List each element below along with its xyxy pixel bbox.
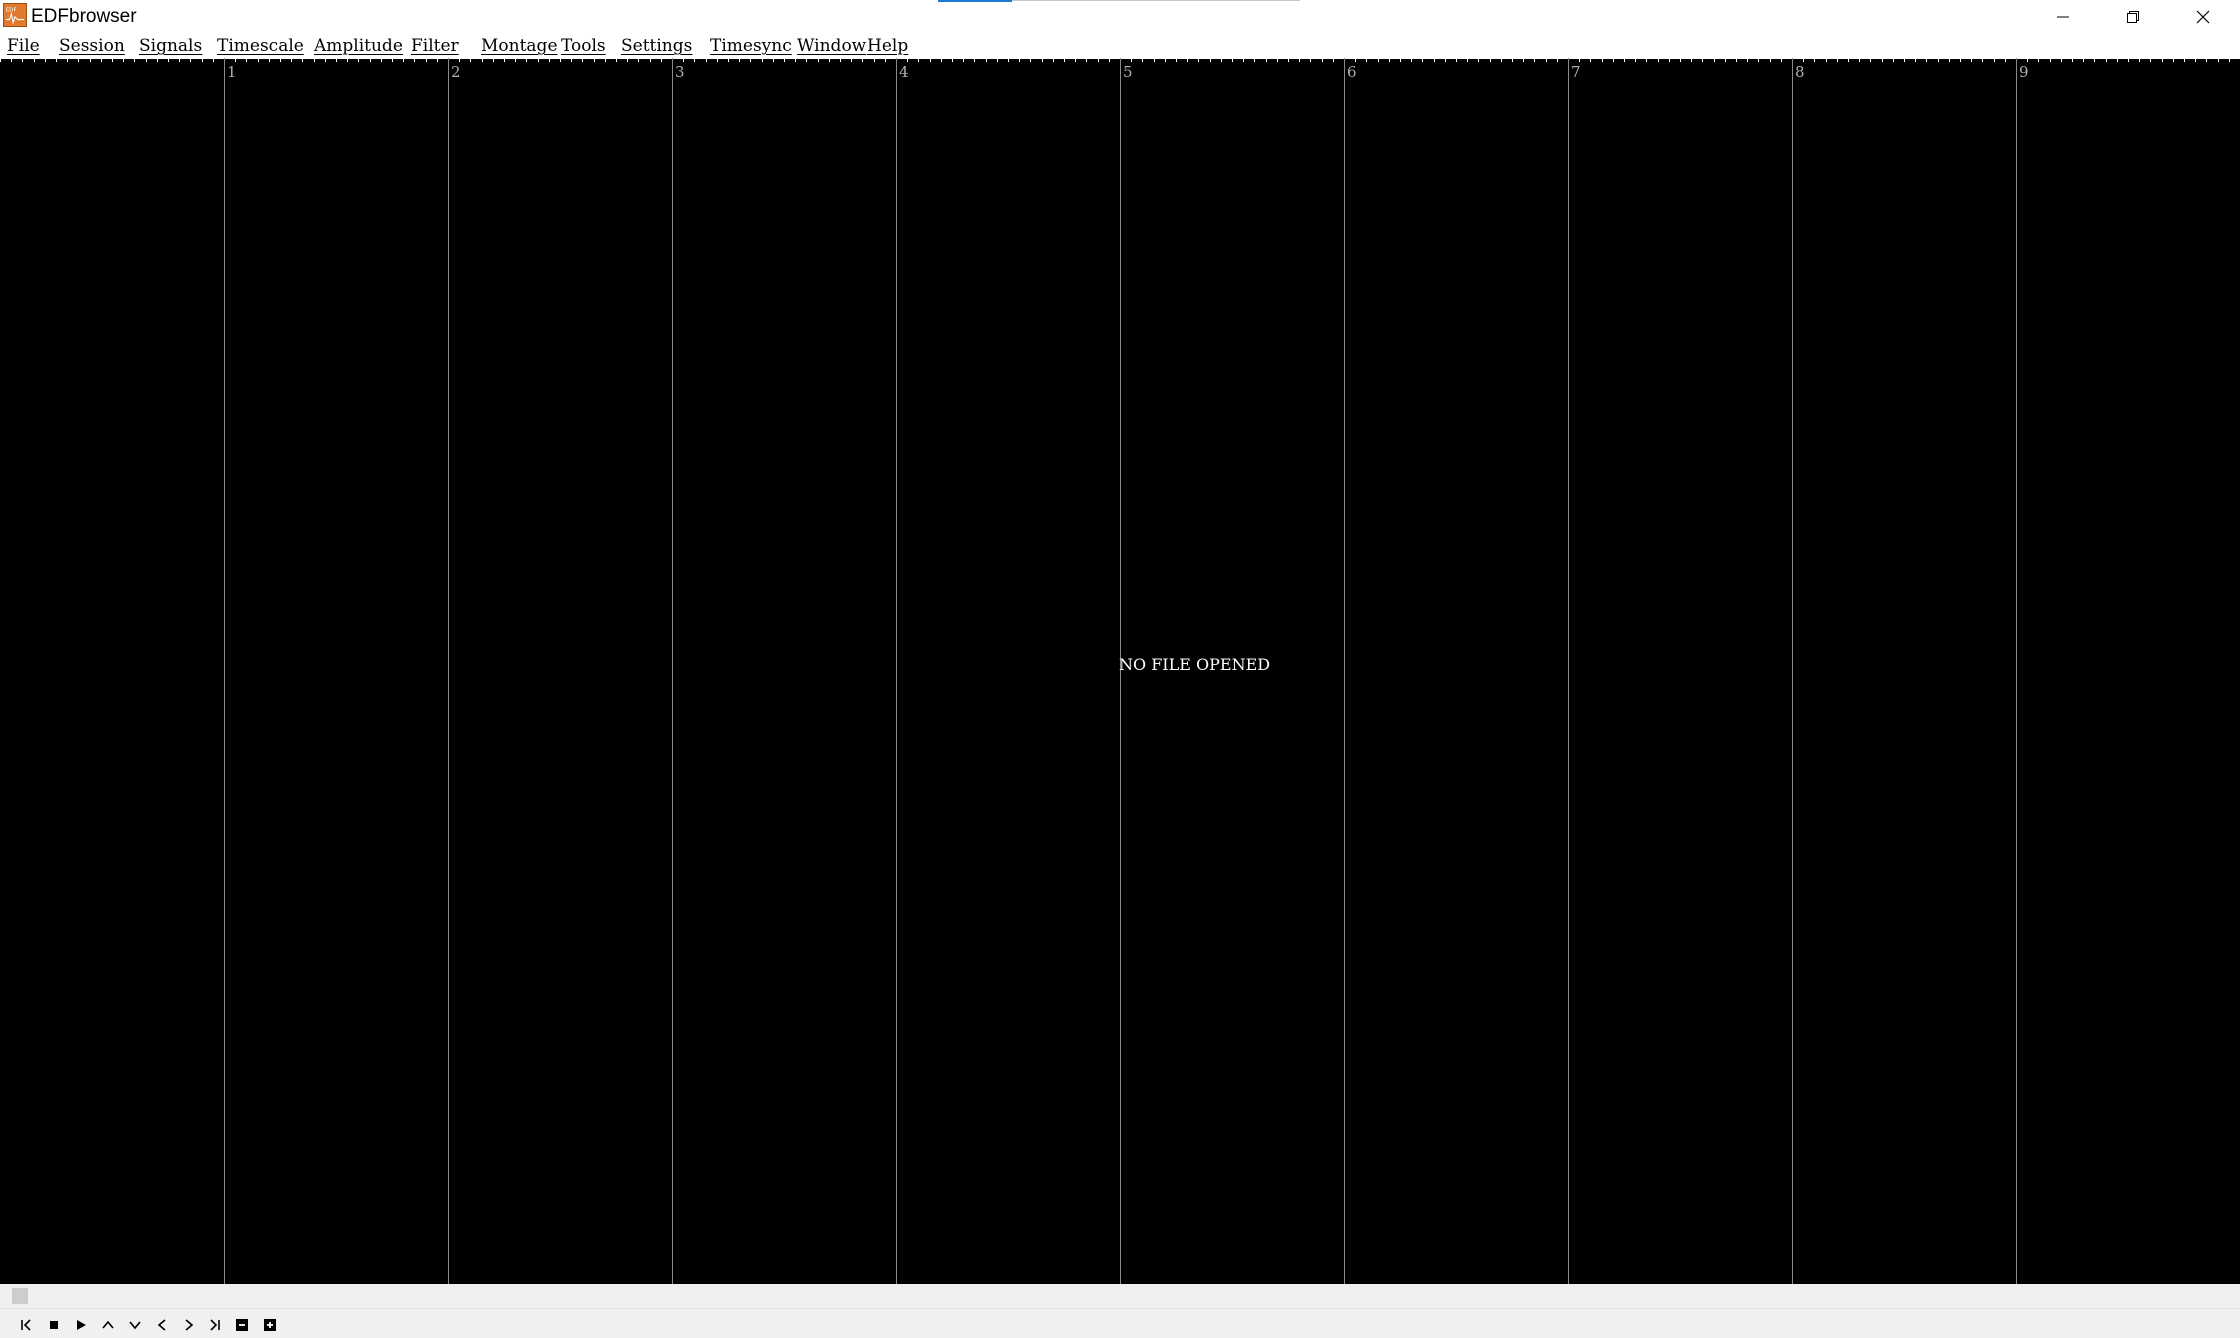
- grid-line: [448, 58, 449, 1284]
- grid-label: 8: [1795, 63, 1805, 81]
- close-button[interactable]: [2168, 0, 2238, 34]
- close-icon: [2196, 10, 2210, 24]
- chevron-right-icon: [185, 1319, 194, 1331]
- grid-line: [1792, 58, 1793, 1284]
- grid-label: 4: [899, 63, 909, 81]
- horizontal-scrollbar[interactable]: [0, 1284, 2240, 1308]
- chevron-down-icon: [129, 1321, 141, 1330]
- menu-montage[interactable]: Montage: [481, 35, 558, 58]
- menu-timesync[interactable]: Timesync: [710, 35, 792, 58]
- page-forward-button[interactable]: [178, 1315, 200, 1335]
- grid-label: 9: [2019, 63, 2029, 81]
- playback-toolbar: [0, 1309, 2240, 1338]
- menu-session[interactable]: Session: [59, 35, 125, 58]
- menu-signals[interactable]: Signals: [139, 35, 202, 58]
- title-bar: EDF EDFbrowser: [0, 0, 2240, 40]
- grid-line: [896, 58, 897, 1284]
- skip-to-start-button[interactable]: [15, 1315, 37, 1335]
- skip-to-end-button[interactable]: [204, 1315, 226, 1335]
- grid-line: [1344, 58, 1345, 1284]
- grid-label: 2: [451, 63, 461, 81]
- grid-label: 5: [1123, 63, 1133, 81]
- skip-to-end-icon: [210, 1319, 220, 1331]
- menu-tools[interactable]: Tools: [561, 35, 606, 58]
- page-back-button[interactable]: [151, 1315, 173, 1335]
- minus-icon: [236, 1319, 248, 1331]
- scroll-up-button[interactable]: [97, 1315, 119, 1335]
- chevron-left-icon: [157, 1319, 166, 1331]
- stop-button[interactable]: [43, 1315, 65, 1335]
- no-file-message: NO FILE OPENED: [1119, 655, 1271, 674]
- grid-line: [1568, 58, 1569, 1284]
- svg-text:EDF: EDF: [6, 7, 17, 13]
- play-icon: [77, 1320, 86, 1330]
- grid-line: [224, 58, 225, 1284]
- menu-window[interactable]: Window: [797, 35, 866, 58]
- restore-icon: [2127, 11, 2139, 23]
- window-title: EDFbrowser: [31, 6, 137, 27]
- grid-label: 3: [675, 63, 685, 81]
- scroll-thumb[interactable]: [12, 1288, 28, 1304]
- grid-label: 6: [1347, 63, 1357, 81]
- restore-button[interactable]: [2098, 0, 2168, 34]
- grid-line: [2016, 58, 2017, 1284]
- menu-help[interactable]: Help: [867, 35, 908, 58]
- stop-icon: [50, 1321, 58, 1329]
- menu-file[interactable]: File: [7, 35, 40, 58]
- menu-timescale[interactable]: Timescale: [217, 35, 304, 58]
- loading-track: [1012, 0, 1300, 1]
- grid-label: 1: [227, 63, 237, 81]
- minimize-button[interactable]: [2028, 0, 2098, 34]
- menu-bar: File Session Signals Timescale Amplitude…: [0, 35, 2240, 58]
- menu-settings[interactable]: Settings: [621, 35, 692, 58]
- signal-view[interactable]: 1 2 3 4 5 6 7 8 9 NO FILE OPENED: [0, 58, 2240, 1284]
- minimize-icon: [2057, 16, 2069, 18]
- skip-to-start-icon: [21, 1319, 31, 1331]
- zoom-in-button[interactable]: [259, 1315, 281, 1335]
- scroll-down-button[interactable]: [124, 1315, 146, 1335]
- grid-label: 7: [1571, 63, 1581, 81]
- chevron-up-icon: [102, 1320, 114, 1329]
- edfbrowser-logo-icon: EDF: [3, 3, 27, 27]
- loading-indicator: [938, 0, 1012, 2]
- menu-amplitude[interactable]: Amplitude: [314, 35, 403, 58]
- play-button[interactable]: [70, 1315, 92, 1335]
- plus-icon: [264, 1319, 276, 1331]
- zoom-out-button[interactable]: [231, 1315, 253, 1335]
- grid-line: [672, 58, 673, 1284]
- menu-filter[interactable]: Filter: [411, 35, 459, 58]
